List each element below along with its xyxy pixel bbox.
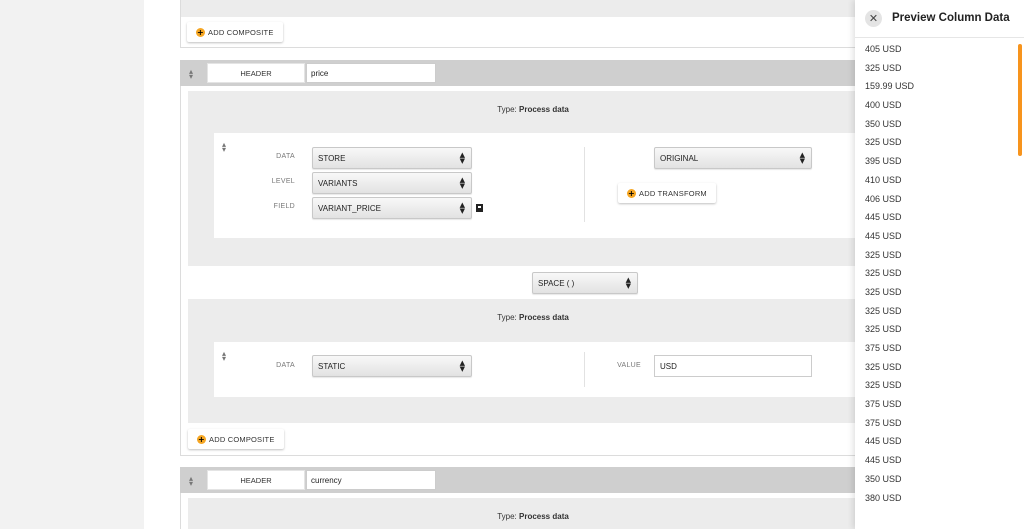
list-item: 350 USD	[865, 118, 902, 129]
drag-handle-icon[interactable]: ▴ ▾	[189, 68, 193, 81]
list-item: 325 USD	[865, 268, 902, 279]
list-item: 325 USD	[865, 380, 902, 391]
data-label: DATA	[276, 153, 295, 160]
list-item: 410 USD	[865, 174, 902, 185]
header-label: HEADER	[207, 470, 305, 490]
list-item: 445 USD	[865, 455, 902, 466]
column-divider	[584, 352, 585, 387]
data-source-box-1: ▴ ▾ DATA STORE ▲ ▼ LEVEL VARIANTS ▲ ▼ FIELD…	[214, 133, 855, 238]
process-block-3: Type: Process data	[188, 498, 855, 529]
list-item: 325 USD	[865, 286, 902, 297]
header-input-price[interactable]: price	[306, 63, 436, 83]
separator-select[interactable]: SPACE ( ) ▲ ▼	[532, 272, 638, 294]
list-item: 325 USD	[865, 62, 902, 73]
calculator-icon[interactable]	[476, 204, 483, 212]
list-item: 395 USD	[865, 156, 902, 167]
close-icon[interactable]: ✕	[865, 10, 882, 27]
preview-values-list: 405 USD 325 USD 159.99 USD 400 USD 350 USD 32…	[865, 40, 1015, 507]
select-arrow-icon: ▲ ▼	[459, 201, 465, 215]
header-label: HEADER	[207, 63, 305, 83]
data-select-static[interactable]: STATIC ▲ ▼	[312, 355, 472, 377]
list-item: 380 USD	[865, 492, 902, 503]
field-select[interactable]: VARIANT_PRICE ▲ ▼	[312, 197, 472, 219]
drag-handle-icon[interactable]: ▴ ▾	[222, 141, 226, 154]
list-item: 445 USD	[865, 436, 902, 447]
drag-handle-icon[interactable]: ▴ ▾	[189, 475, 193, 488]
list-item: 375 USD	[865, 343, 902, 353]
block-type-2: Type: Process data	[497, 313, 569, 322]
header-bar-currency: ▴ ▾ HEADER currency	[180, 467, 855, 493]
list-item: 350 USD	[865, 473, 902, 484]
process-block-2: Type: Process data ▴ ▾ DATA STATIC ▲ ▼ VAL…	[188, 299, 855, 423]
header-input-currency[interactable]: currency	[306, 470, 436, 490]
list-item: 159.99 USD	[865, 81, 915, 92]
preview-title: Preview Column Data	[892, 12, 1010, 24]
value-label: VALUE	[617, 362, 641, 369]
list-item: 405 USD	[865, 44, 902, 54]
composite-card-price: Type: Process data ▴ ▾ DATA STORE ▲ ▼ LEVE…	[180, 86, 855, 456]
editor-canvas: + ADD COMPOSITE ▴ ▾ HEADER price Type: Pr…	[144, 0, 855, 529]
plus-icon: +	[627, 188, 636, 198]
plus-icon: +	[197, 434, 206, 444]
data-select[interactable]: STORE ▲ ▼	[312, 147, 472, 169]
list-item: 445 USD	[865, 230, 902, 241]
preview-panel-header: ✕ Preview Column Data	[855, 0, 1024, 38]
list-item: 375 USD	[865, 417, 902, 428]
field-label: FIELD	[273, 203, 295, 210]
plus-icon: +	[196, 27, 205, 37]
add-composite-button-top[interactable]: + ADD COMPOSITE	[187, 22, 283, 42]
block-type-1: Type: Process data	[497, 105, 569, 114]
list-item: 325 USD	[865, 324, 902, 335]
select-arrow-icon: ▲ ▼	[459, 151, 465, 165]
composite-area-top	[181, 0, 855, 17]
data-source-box-2: ▴ ▾ DATA STATIC ▲ ▼ VALUE USD	[214, 342, 855, 397]
list-item: 325 USD	[865, 137, 902, 148]
list-item: 325 USD	[865, 249, 902, 260]
add-composite-label: ADD COMPOSITE	[208, 27, 274, 37]
list-item: 400 USD	[865, 100, 902, 111]
select-arrow-icon: ▲ ▼	[459, 176, 465, 190]
value-input[interactable]: USD	[654, 355, 812, 377]
process-block-1: Type: Process data ▴ ▾ DATA STORE ▲ ▼ LEVE…	[188, 91, 855, 266]
header-bar-price: ▴ ▾ HEADER price	[180, 60, 855, 86]
add-composite-button-mid[interactable]: + ADD COMPOSITE	[188, 429, 284, 449]
transform-select[interactable]: ORIGINAL ▲ ▼	[654, 147, 812, 169]
list-item: 325 USD	[865, 305, 902, 316]
select-arrow-icon: ▲ ▼	[799, 151, 805, 165]
scrollbar-thumb[interactable]	[1018, 44, 1022, 156]
column-divider	[584, 147, 585, 222]
data-label: DATA	[276, 362, 295, 369]
select-arrow-icon: ▲ ▼	[459, 359, 465, 373]
drag-handle-icon[interactable]: ▴ ▾	[222, 350, 226, 363]
add-transform-button[interactable]: + ADD TRANSFORM	[618, 183, 716, 203]
list-item: 375 USD	[865, 399, 902, 410]
preview-panel: ✕ Preview Column Data 405 USD 325 USD 159.…	[855, 0, 1024, 529]
select-arrow-icon: ▲ ▼	[625, 276, 631, 290]
level-select[interactable]: VARIANTS ▲ ▼	[312, 172, 472, 194]
list-item: 406 USD	[865, 193, 902, 204]
level-label: LEVEL	[271, 178, 295, 185]
list-item: 445 USD	[865, 212, 902, 223]
composite-card-currency: Type: Process data	[180, 493, 855, 529]
list-item: 325 USD	[865, 361, 902, 372]
block-type-3: Type: Process data	[497, 512, 569, 521]
